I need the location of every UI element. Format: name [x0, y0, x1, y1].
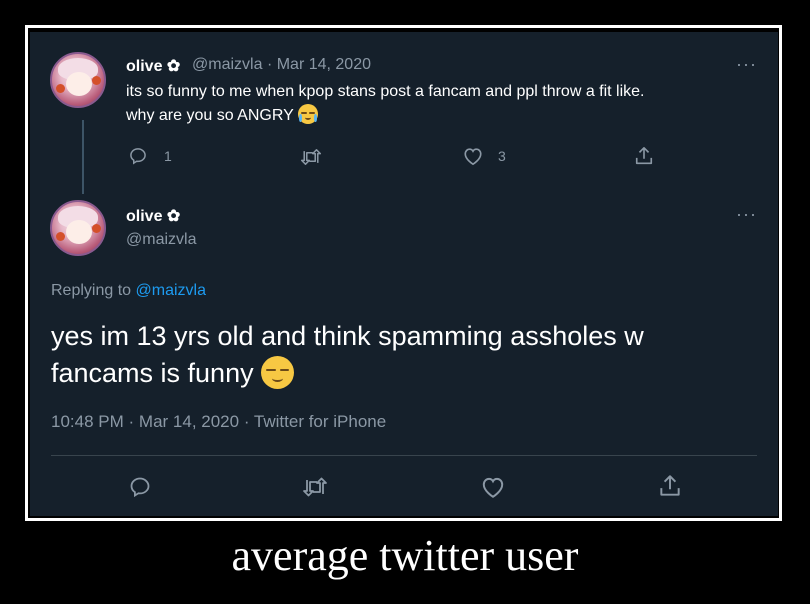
- tweet-date[interactable]: Mar 14, 2020: [277, 56, 371, 73]
- tweet-text: yes im 13 yrs old and think spamming ass…: [51, 321, 644, 389]
- share-icon: [635, 147, 653, 165]
- tweet-screenshot: olive ✿ @maizvla · Mar 14, 2020 ··· its …: [30, 32, 778, 516]
- loudly-crying-face-icon: [297, 104, 318, 124]
- display-name[interactable]: olive ✿: [126, 56, 180, 76]
- tweet-source[interactable]: Twitter for iPhone: [254, 412, 386, 431]
- reply-button[interactable]: 1: [128, 146, 172, 166]
- flower-badge-icon: ✿: [166, 58, 181, 75]
- retweet-icon: [303, 477, 327, 497]
- username[interactable]: @maizvla: [192, 56, 262, 73]
- reply-count: 1: [164, 148, 172, 164]
- username[interactable]: @maizvla: [126, 231, 196, 249]
- replying-to: Replying to @maizvla: [51, 282, 206, 299]
- tweet-date[interactable]: Mar 14, 2020: [139, 412, 239, 431]
- retweet-button[interactable]: [300, 147, 322, 167]
- share-button[interactable]: [658, 473, 682, 499]
- relieved-face-icon: [261, 356, 295, 389]
- retweet-button[interactable]: [302, 476, 328, 498]
- more-icon[interactable]: ···: [736, 54, 757, 75]
- avatar[interactable]: [50, 52, 106, 108]
- like-count: 3: [498, 148, 506, 164]
- retweet-icon: [300, 149, 322, 165]
- tweet-timestamp: 10:48 PM · Mar 14, 2020 · Twitter for iP…: [51, 412, 387, 431]
- like-icon: [482, 477, 504, 498]
- reply-button[interactable]: [128, 475, 152, 499]
- tweet-text: its so funny to me when kpop stans post …: [126, 83, 645, 124]
- divider: [51, 455, 757, 456]
- share-button[interactable]: [634, 145, 654, 167]
- like-icon: [464, 148, 482, 166]
- tweet-meta: @maizvla · Mar 14, 2020: [192, 56, 371, 73]
- more-icon[interactable]: ···: [736, 204, 757, 225]
- reply-icon: [130, 148, 146, 165]
- replying-to-link[interactable]: @maizvla: [136, 282, 206, 299]
- caption: average twitter user: [231, 531, 579, 580]
- flower-badge-icon: ✿: [166, 208, 181, 225]
- avatar[interactable]: [50, 200, 106, 256]
- thread-connector: [82, 120, 84, 194]
- display-name[interactable]: olive ✿: [126, 206, 180, 226]
- share-icon: [660, 475, 680, 496]
- tweet-time[interactable]: 10:48 PM: [51, 412, 124, 431]
- like-button[interactable]: 3: [462, 146, 506, 166]
- like-button[interactable]: [480, 475, 506, 499]
- reply-icon: [130, 477, 150, 498]
